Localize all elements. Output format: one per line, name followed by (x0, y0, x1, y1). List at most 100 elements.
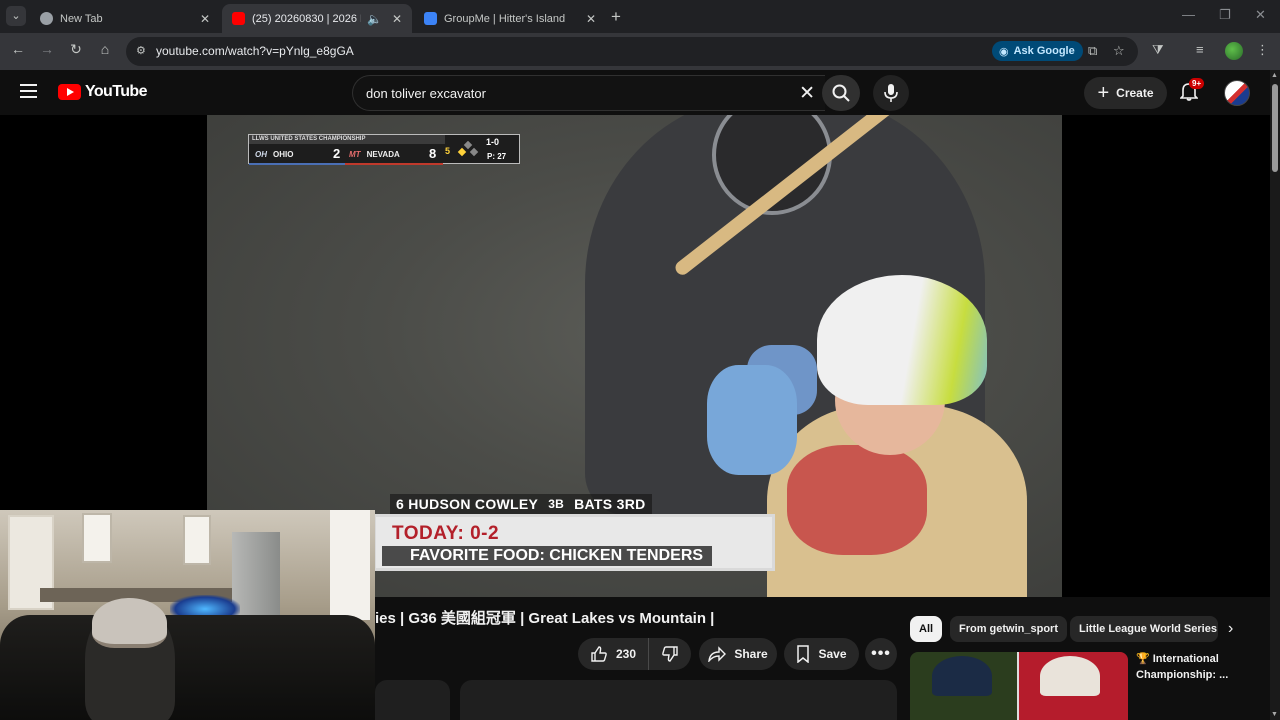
team1-score: 2 (333, 146, 341, 161)
team2-name: NEVADA (366, 149, 400, 159)
chevron-right-icon[interactable]: › (1228, 620, 1233, 638)
home-icon[interactable]: ⌂ (95, 41, 115, 57)
team1-abbr: OH OHIO (255, 149, 294, 159)
batter-sleeve (787, 445, 927, 555)
player-name: 6 HUDSON COWLEY (396, 496, 539, 512)
recommended-thumbnail[interactable] (910, 652, 1128, 720)
scroll-up-arrow-icon[interactable]: ▲ (1271, 72, 1278, 79)
share-button[interactable]: Share (699, 638, 777, 670)
search-query: don toliver excavator (366, 86, 486, 101)
team2-color-bar (345, 163, 443, 165)
save-label: Save (818, 647, 847, 661)
pitch-count: P: 27 (487, 152, 507, 161)
notifications-button[interactable]: 9+ (1179, 78, 1205, 106)
search-input[interactable]: don toliver excavator ✕ (352, 75, 825, 111)
youtube-logo[interactable]: YouTube (58, 83, 147, 101)
webcam-window (82, 513, 112, 563)
youtube-favicon-icon (232, 12, 245, 25)
reload-icon[interactable]: ↻ (66, 41, 86, 58)
batting-helmet (817, 275, 987, 405)
address-bar[interactable]: ⚙ youtube.com/watch?v=pYnlg_e8gGA ◉ Ask … (126, 37, 1138, 66)
minimize-icon[interactable]: — (1182, 7, 1195, 22)
team1-name: OHIO (273, 149, 294, 159)
tab-youtube[interactable]: (25) 20260830 | 2026 LLB U 🔈 ✕ (222, 4, 412, 33)
tab-title: (25) 20260830 | 2026 LLB U (252, 12, 361, 25)
account-avatar[interactable] (1224, 80, 1250, 106)
youtube-play-icon (58, 84, 81, 100)
youtube-header: YouTube don toliver excavator ✕ + Create… (0, 70, 1270, 115)
chip-llws[interactable]: Little League World Series (1070, 616, 1218, 642)
like-count: 230 (616, 647, 637, 661)
back-arrow-icon[interactable]: ← (8, 41, 28, 57)
lens-icon: ◉ (999, 45, 1009, 58)
like-dislike-group: 230 (578, 638, 691, 670)
thumbs-up-icon (591, 646, 607, 662)
player-name-bar: 6 HUDSON COWLEY 3B BATS 3RD (390, 494, 652, 514)
menu-icon[interactable] (20, 84, 37, 102)
batting-glove (707, 365, 797, 475)
save-button[interactable]: Save (784, 638, 859, 670)
create-button[interactable]: + Create (1084, 77, 1167, 109)
bookmark-star-icon[interactable]: ☆ (1113, 43, 1125, 59)
like-button[interactable]: 230 (578, 638, 650, 670)
search-icon (832, 84, 850, 102)
player-fact: FAVORITE FOOD: CHICKEN TENDERS (382, 546, 712, 566)
site-info-icon[interactable]: ⚙ (136, 44, 146, 57)
close-tab-icon[interactable]: ✕ (392, 12, 402, 26)
bookmark-icon (797, 645, 810, 663)
thumbnail-player (1040, 656, 1100, 696)
dislike-button[interactable] (649, 638, 691, 670)
browser-toolbar: ← → ↻ ⌂ ⚙ youtube.com/watch?v=pYnlg_e8gG… (0, 33, 1280, 70)
share-label: Share (734, 647, 768, 661)
tab-search-button[interactable]: ⌄ (6, 6, 26, 26)
scroll-down-arrow-icon[interactable]: ▼ (1271, 711, 1278, 718)
forward-arrow-icon[interactable]: → (37, 41, 57, 57)
description-card[interactable] (460, 680, 897, 720)
close-tab-icon[interactable]: ✕ (586, 12, 596, 26)
clear-search-icon[interactable]: ✕ (799, 82, 815, 105)
search-button[interactable] (822, 75, 860, 111)
player-stat-graphic: TODAY: 0-2 FAVORITE FOOD: CHICKEN TENDER… (373, 514, 775, 571)
ask-google-label: Ask Google (1013, 45, 1075, 57)
more-actions-button[interactable]: ••• (865, 638, 897, 670)
scorebug-header: LLWS UNITED STATES CHAMPIONSHIP (249, 135, 445, 144)
scrollbar-thumb[interactable] (1272, 84, 1278, 172)
profile-avatar[interactable] (1225, 42, 1243, 60)
speaker-icon[interactable]: 🔈 (367, 12, 382, 26)
thumbs-down-icon (662, 646, 678, 662)
chrome-icon (40, 12, 53, 25)
ask-google-button[interactable]: ◉ Ask Google (992, 41, 1083, 61)
install-app-icon[interactable]: ⧉ (1088, 43, 1097, 59)
webcam-overlay (0, 510, 375, 720)
recommended-title[interactable]: 🏆 International Championship: ... (1136, 651, 1268, 683)
chip-from-channel[interactable]: From getwin_sport (950, 616, 1068, 642)
close-window-icon[interactable]: ✕ (1255, 7, 1266, 23)
video-title: ies | G36 美國組冠軍 | Great Lakes vs Mountai… (375, 610, 715, 627)
new-tab-button[interactable]: + (611, 7, 621, 27)
tab-strip: ⌄ New Tab ✕ (25) 20260830 | 2026 LLB U 🔈… (0, 0, 1280, 33)
scorebug: LLWS UNITED STATES CHAMPIONSHIP OH OHIO … (248, 134, 520, 165)
webcam-cap (92, 598, 167, 648)
page-scrollbar[interactable]: ▲ ▼ (1270, 70, 1280, 720)
batting-order: BATS 3RD (574, 496, 646, 512)
tab-new-tab[interactable]: New Tab ✕ (30, 4, 220, 33)
bases-diamond-icon (457, 141, 479, 157)
voice-search-button[interactable] (873, 75, 909, 111)
channel-info-card (375, 680, 450, 720)
create-label: Create (1116, 86, 1154, 100)
thumbnail-player (932, 656, 992, 696)
ball-strike-count: 1-0 (486, 137, 500, 147)
extensions-icon[interactable]: ⧩ (1152, 42, 1164, 58)
team2-score: 8 (429, 146, 437, 161)
tab-groupme[interactable]: GroupMe | Hitter's Island ✕ (414, 4, 606, 33)
restore-icon[interactable]: ❐ (1219, 7, 1231, 23)
media-controls-icon[interactable]: ≡ (1196, 42, 1204, 57)
chip-all[interactable]: All (910, 616, 943, 642)
chrome-menu-icon[interactable]: ⋮ (1256, 42, 1269, 58)
url-text: youtube.com/watch?v=pYnlg_e8gGA (156, 44, 354, 58)
close-tab-icon[interactable]: ✕ (200, 12, 210, 26)
youtube-logo-text: YouTube (85, 83, 147, 100)
webcam-window (183, 515, 211, 565)
webcam-couch (0, 615, 375, 720)
inning: 5 (445, 146, 451, 156)
